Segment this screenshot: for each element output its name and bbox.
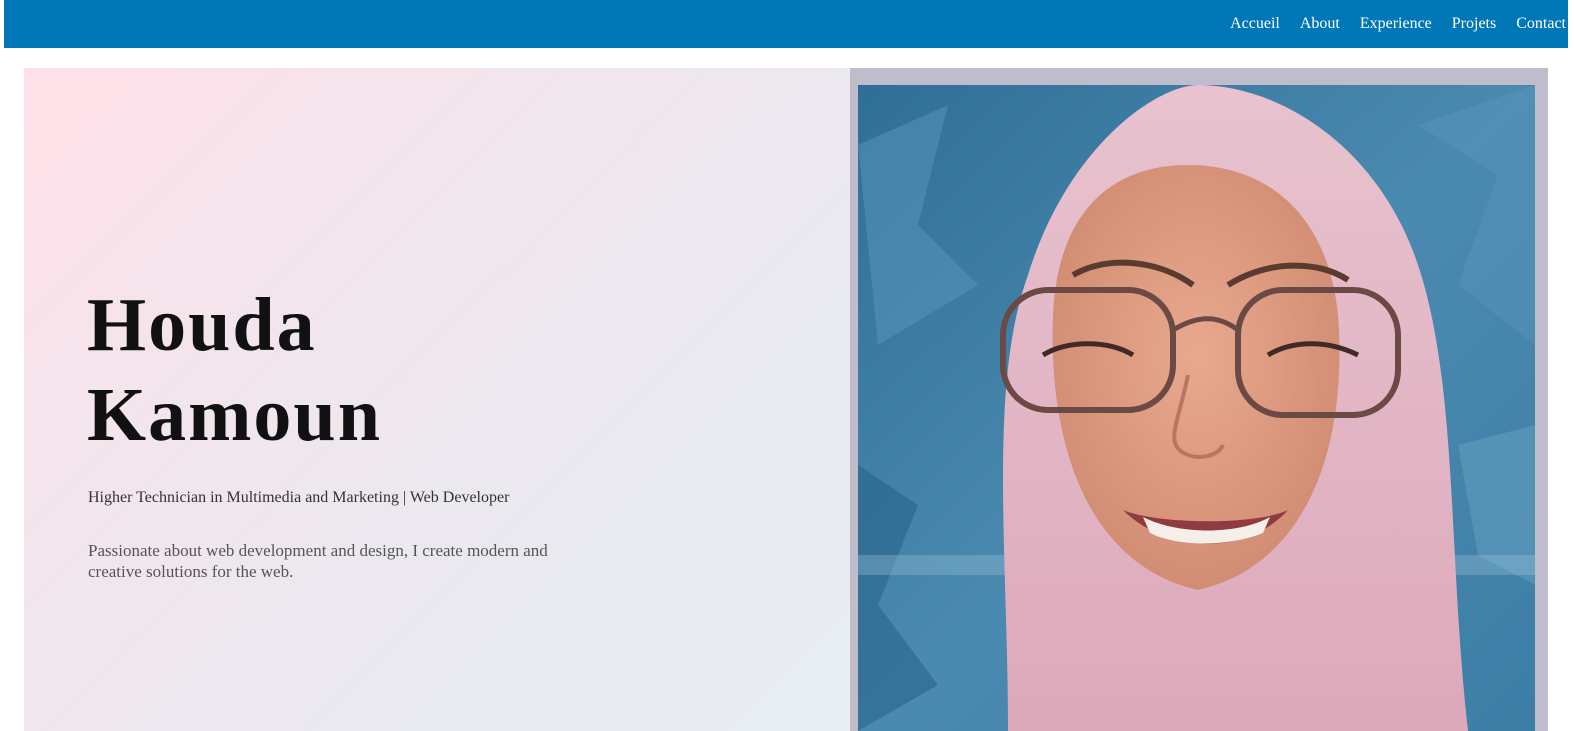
hero-subtitle: Higher Technician in Multimedia and Mark…	[88, 489, 510, 506]
hero-name-first: Houda	[87, 283, 317, 367]
portrait-photo	[858, 85, 1535, 731]
portrait-illustration	[858, 85, 1535, 731]
nav-link-about[interactable]: About	[1300, 15, 1340, 33]
photo-frame	[850, 68, 1548, 731]
hero-name-last: Kamoun	[87, 373, 382, 457]
top-navbar: Accueil About Experience Projets Contact	[4, 0, 1568, 48]
hero-section: Houda Kamoun Higher Technician in Multim…	[24, 68, 1548, 731]
nav-menu: Accueil About Experience Projets Contact	[1230, 0, 1566, 48]
hero-description: Passionate about web development and des…	[88, 541, 548, 581]
nav-link-experience[interactable]: Experience	[1360, 15, 1432, 33]
hero-name: Houda Kamoun	[87, 280, 382, 460]
hero-intro-panel: Houda Kamoun Higher Technician in Multim…	[24, 68, 850, 731]
nav-link-contact[interactable]: Contact	[1516, 15, 1566, 33]
nav-link-projets[interactable]: Projets	[1452, 15, 1496, 33]
nav-link-accueil[interactable]: Accueil	[1230, 15, 1280, 33]
